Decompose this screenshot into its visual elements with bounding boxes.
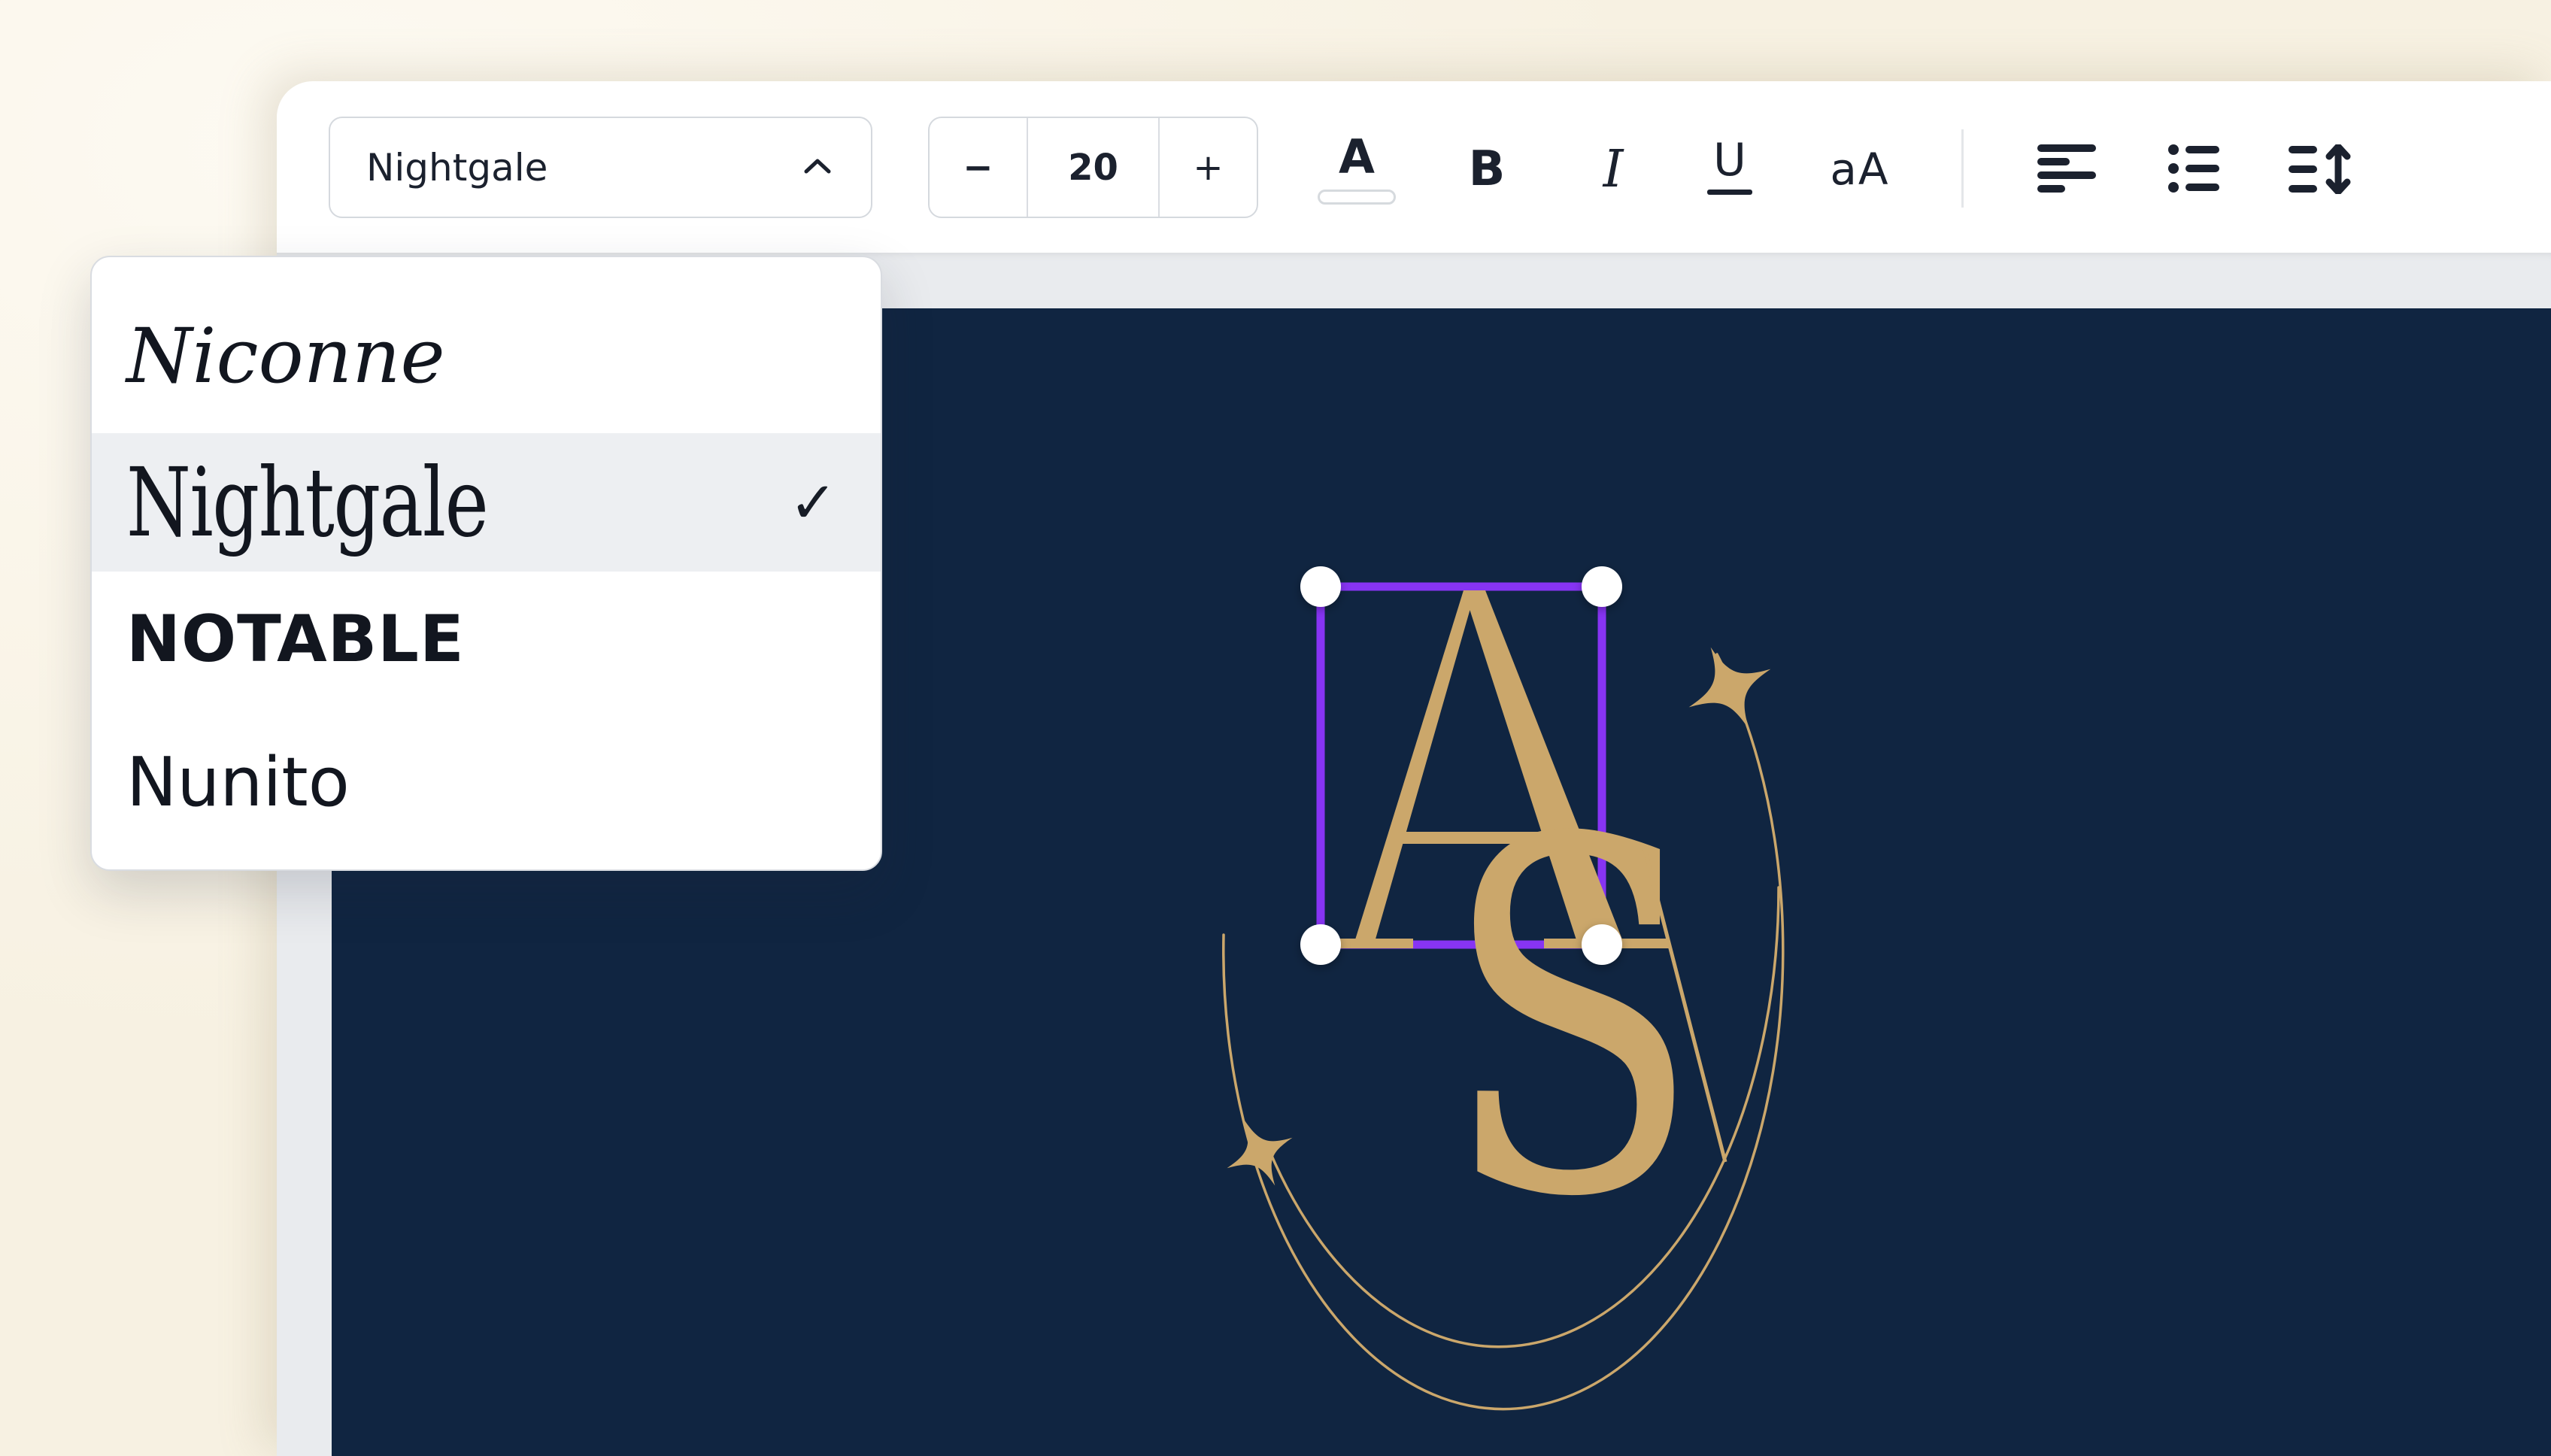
font-size-stepper: − 20 + [928, 117, 1258, 218]
underline-icon: U [1713, 138, 1746, 183]
handle-top-right[interactable] [1582, 566, 1622, 607]
underline-bar [1707, 190, 1752, 195]
chevron-up-icon [803, 157, 832, 178]
text-color-swatch [1318, 190, 1396, 205]
font-size-decrease-button[interactable]: − [930, 118, 1028, 217]
font-option-label: Niconne [126, 312, 445, 400]
bold-icon: B [1469, 141, 1506, 197]
monogram-letter-s[interactable]: S [1442, 739, 1725, 1303]
svg-text:S: S [1442, 739, 1702, 1303]
text-format-toolbar: Nightgale − 20 + A B I U aA [277, 81, 2551, 253]
checkmark-icon: ✓ [789, 469, 837, 536]
font-option-nunito[interactable]: Nunito [92, 707, 881, 857]
handle-top-left[interactable] [1300, 566, 1341, 607]
font-size-value[interactable]: 20 [1028, 118, 1158, 217]
font-option-label: Nightgale [126, 447, 487, 558]
italic-icon: I [1603, 140, 1624, 199]
line-spacing-icon [2289, 183, 2353, 197]
font-option-label: Nunito [126, 743, 350, 822]
bulleted-list-button[interactable] [2168, 144, 2219, 196]
font-family-selector[interactable]: Nightgale [329, 117, 872, 218]
sparkle-top-right-icon [1670, 628, 1789, 748]
align-left-button[interactable] [2037, 144, 2096, 196]
text-case-icon: aA [1830, 144, 1889, 195]
text-color-letter: A [1339, 134, 1375, 180]
font-family-value: Nightgale [366, 146, 548, 190]
text-color-button[interactable]: A [1312, 123, 1402, 215]
italic-button[interactable]: I [1603, 128, 1624, 211]
underline-button[interactable]: U [1707, 125, 1752, 208]
font-option-niconne[interactable]: Niconne [92, 278, 881, 433]
sparkle-bottom-left-icon [1212, 1105, 1308, 1201]
font-family-dropdown: Niconne Nightgale ✓ NOTABLE Nunito [90, 256, 882, 871]
toolbar-divider [1961, 129, 1964, 208]
line-spacing-button[interactable] [2289, 144, 2353, 197]
font-option-notable[interactable]: NOTABLE [92, 572, 881, 707]
font-option-nightgale-selected[interactable]: Nightgale ✓ [92, 433, 881, 572]
font-size-increase-button[interactable]: + [1158, 118, 1257, 217]
bulleted-list-icon [2168, 181, 2219, 196]
text-case-button[interactable]: aA [1830, 128, 1889, 211]
handle-bottom-right[interactable] [1582, 924, 1622, 965]
bold-button[interactable]: B [1469, 128, 1506, 211]
handle-bottom-left[interactable] [1300, 924, 1341, 965]
text-align-left-icon [2037, 181, 2096, 196]
font-option-label: NOTABLE [126, 602, 465, 677]
